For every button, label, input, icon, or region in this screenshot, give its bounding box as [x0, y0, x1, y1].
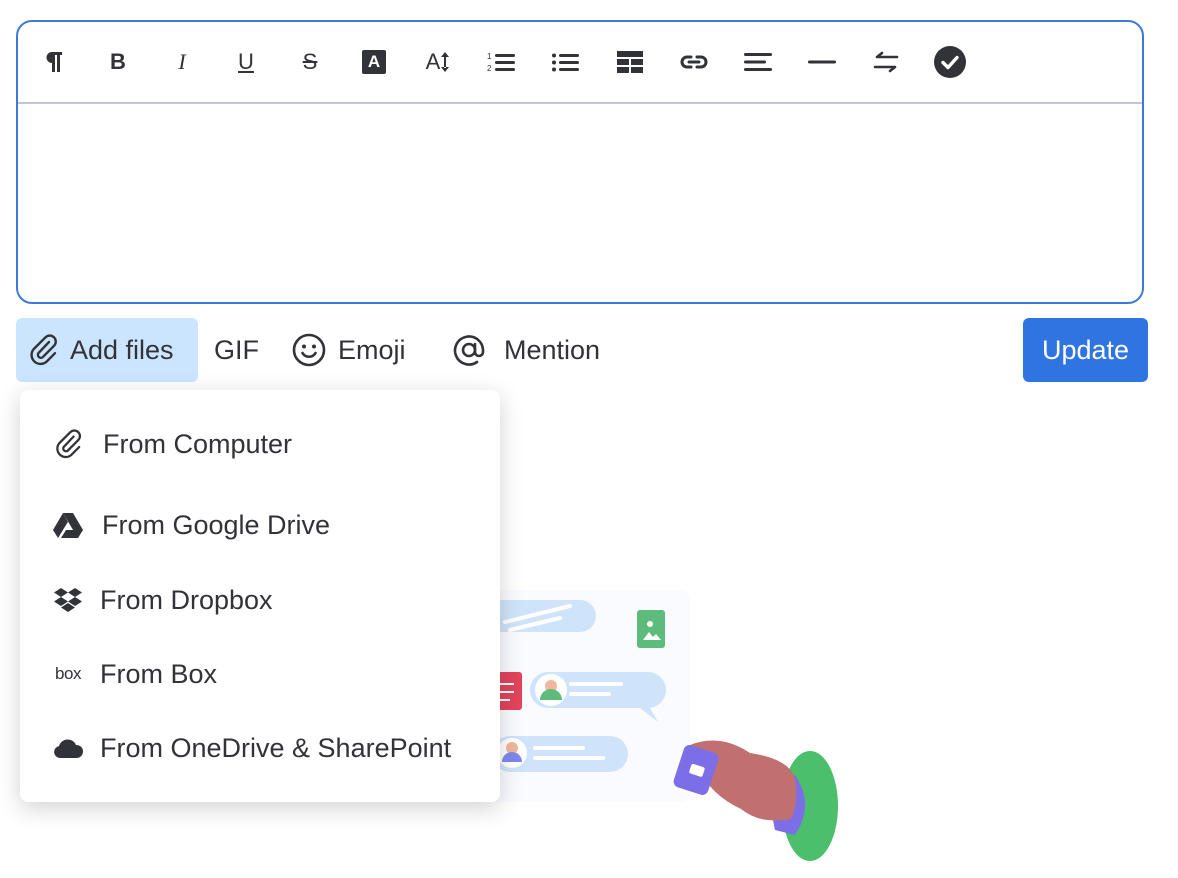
menu-item-from-onedrive[interactable]: From OneDrive & SharePoint: [20, 718, 500, 778]
formatting-toolbar: B I U S A A 1 2: [18, 22, 1142, 104]
add-files-button[interactable]: Add files: [16, 318, 198, 382]
menu-item-label: From OneDrive & SharePoint: [100, 732, 452, 763]
add-files-label: Add files: [70, 334, 174, 365]
gif-button[interactable]: GIF: [214, 318, 259, 382]
paperclip-icon: [52, 428, 84, 460]
at-sign-icon: [452, 333, 486, 367]
menu-item-from-google-drive[interactable]: From Google Drive: [20, 495, 500, 555]
underline-button[interactable]: U: [228, 44, 264, 80]
emoji-label: Emoji: [338, 334, 406, 365]
rich-text-editor[interactable]: B I U S A A 1 2: [16, 20, 1144, 304]
font-size-button[interactable]: A: [420, 44, 456, 80]
dropbox-icon: [52, 584, 84, 616]
link-button[interactable]: [676, 44, 712, 80]
strikethrough-button[interactable]: S: [292, 44, 328, 80]
menu-item-label: From Computer: [103, 428, 293, 459]
menu-item-label: From Box: [100, 658, 218, 689]
actions-bar: Add files GIF Emoji Mention Update: [16, 318, 1148, 382]
numbered-list-button[interactable]: 1 2: [484, 44, 520, 80]
checklist-button[interactable]: [932, 44, 968, 80]
table-button[interactable]: [612, 44, 648, 80]
italic-icon: I: [178, 49, 186, 74]
text-direction-icon: [873, 51, 899, 73]
menu-item-from-box[interactable]: box From Box: [20, 644, 500, 704]
empty-state-illustration: [440, 580, 860, 870]
divider-button[interactable]: [804, 44, 840, 80]
add-files-menu: From Computer From Google Drive From Dro…: [20, 390, 500, 802]
strikethrough-icon: S: [302, 49, 318, 74]
cloud-icon: [52, 732, 84, 764]
align-button[interactable]: [740, 44, 776, 80]
mention-label: Mention: [504, 334, 601, 365]
editor-content-area[interactable]: [18, 104, 1142, 302]
menu-item-label: From Google Drive: [102, 509, 331, 540]
mention-button[interactable]: Mention: [452, 318, 600, 382]
numbered-list-icon: 1 2: [487, 52, 515, 73]
svg-text:2: 2: [487, 64, 492, 73]
link-icon: [680, 55, 708, 69]
update-button[interactable]: Update: [1023, 318, 1148, 382]
smiley-icon: [292, 333, 326, 367]
bullet-list-icon: [552, 53, 579, 72]
checklist-icon: [934, 46, 966, 78]
bullet-list-button[interactable]: [548, 44, 584, 80]
bold-icon: B: [110, 49, 126, 74]
text-color-button[interactable]: A: [356, 44, 392, 80]
divider-icon: [808, 60, 836, 64]
svg-text:1: 1: [487, 52, 492, 61]
bold-button[interactable]: B: [100, 44, 136, 80]
table-icon: [617, 51, 643, 73]
align-icon: [744, 53, 772, 71]
font-size-icon: A: [425, 49, 441, 74]
paragraph-icon[interactable]: [36, 44, 72, 80]
google-drive-icon: [52, 509, 84, 541]
menu-item-label: From Dropbox: [100, 584, 273, 615]
emoji-button[interactable]: Emoji: [292, 318, 406, 382]
paperclip-icon: [28, 333, 58, 367]
underline-icon: U: [238, 49, 254, 74]
vertical-arrows-icon: [441, 52, 450, 72]
menu-item-from-computer[interactable]: From Computer: [20, 414, 500, 474]
gif-label: GIF: [214, 334, 259, 365]
text-color-icon: A: [362, 50, 386, 74]
text-direction-button[interactable]: [868, 44, 904, 80]
box-icon: box: [55, 664, 81, 683]
italic-button[interactable]: I: [164, 44, 200, 80]
menu-item-from-dropbox[interactable]: From Dropbox: [20, 570, 500, 630]
